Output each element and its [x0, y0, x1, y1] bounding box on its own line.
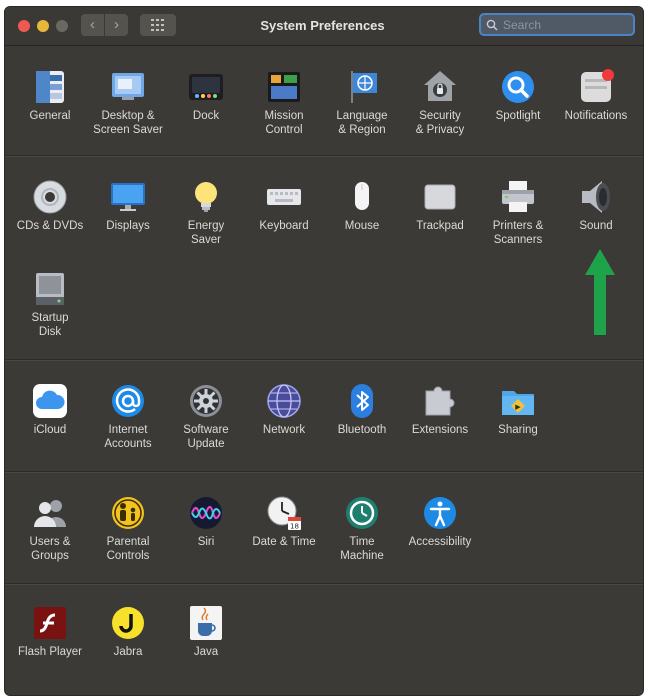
chevron-right-icon: › — [114, 16, 119, 33]
pref-label: Software Update — [183, 424, 229, 450]
pref-label: Flash Player — [18, 646, 82, 658]
house-lock-icon — [420, 67, 460, 107]
desktop-icon — [108, 67, 148, 107]
pref-label: Bluetooth — [337, 424, 387, 436]
siri-icon — [186, 493, 226, 533]
section-divider — [5, 471, 643, 473]
section-divider — [5, 359, 643, 361]
at-sign-icon — [108, 381, 148, 421]
pref-label: Java — [193, 646, 219, 658]
pref-label: Users & Groups — [29, 536, 71, 562]
users-icon — [30, 493, 70, 533]
pref-label: Printers & Scanners — [492, 220, 544, 246]
section-divider — [5, 583, 643, 585]
accessibility-icon — [420, 493, 460, 533]
pref-label: Trackpad — [416, 220, 464, 232]
pref-label: Language & Region — [336, 110, 388, 136]
pref-label: Sound — [579, 220, 613, 232]
clock-icon: 18 — [264, 493, 304, 533]
display-icon — [108, 177, 148, 217]
zoom-window-button[interactable] — [56, 20, 68, 32]
pref-label: Sharing — [498, 424, 538, 436]
parental-icon — [108, 493, 148, 533]
flash-icon — [30, 603, 70, 643]
pref-label: Parental Controls — [106, 536, 150, 562]
pref-label: Startup Disk — [31, 312, 69, 338]
cloud-icon — [30, 381, 70, 421]
minimize-window-button[interactable] — [37, 20, 49, 32]
section-divider — [5, 155, 643, 157]
pref-label: Mission Control — [264, 110, 304, 136]
jabra-icon — [108, 603, 148, 643]
pref-label: Internet Accounts — [104, 424, 152, 450]
pref-label: Energy Saver — [187, 220, 225, 246]
notifications-icon — [576, 67, 616, 107]
pref-label: Dock — [192, 110, 220, 122]
pref-label: Mouse — [344, 220, 380, 232]
pref-label: Accessibility — [408, 536, 472, 548]
general-icon — [30, 67, 70, 107]
hard-drive-icon — [30, 269, 70, 309]
mouse-icon — [342, 177, 382, 217]
search-icon — [486, 19, 498, 31]
close-window-button[interactable] — [18, 20, 30, 32]
pref-label: Date & Time — [252, 536, 316, 548]
green-arrow-up-icon — [585, 249, 615, 335]
pref-label: Displays — [106, 220, 150, 232]
pref-label: General — [29, 110, 71, 122]
svg-text:18: 18 — [290, 523, 299, 531]
pref-label: Keyboard — [259, 220, 309, 232]
mission-control-icon — [264, 67, 304, 107]
forward-button[interactable]: › — [105, 14, 128, 36]
pref-label: CDs & DVDs — [16, 220, 84, 232]
pref-label: Spotlight — [495, 110, 541, 122]
bluetooth-icon — [342, 381, 382, 421]
lightbulb-icon — [186, 177, 226, 217]
keyboard-icon — [264, 177, 304, 217]
pref-label: Jabra — [113, 646, 143, 658]
pref-label: Siri — [197, 536, 215, 548]
printer-icon — [498, 177, 538, 217]
sharing-folder-icon: ▶ — [498, 381, 538, 421]
svg-text:▶: ▶ — [515, 403, 521, 411]
java-cup-icon — [186, 603, 226, 643]
pref-label: Extensions — [411, 424, 469, 436]
search-input[interactable] — [503, 17, 629, 33]
pref-label: iCloud — [33, 424, 67, 436]
time-machine-icon — [342, 493, 382, 533]
search-field[interactable] — [479, 13, 635, 36]
window-title: System Preferences — [260, 18, 385, 33]
back-button[interactable]: ‹ — [81, 14, 104, 36]
language-flag-icon — [342, 67, 382, 107]
gear-icon — [186, 381, 226, 421]
disc-icon — [30, 177, 70, 217]
chevron-left-icon: ‹ — [90, 16, 95, 33]
pref-label: Time Machine — [340, 536, 384, 562]
puzzle-icon — [420, 381, 460, 421]
title-bar: ‹ › System Preferences — [5, 7, 643, 46]
dock-icon — [186, 67, 226, 107]
magnifier-icon — [498, 67, 538, 107]
grid-icon — [151, 19, 164, 31]
trackpad-icon — [420, 177, 460, 217]
globe-icon — [264, 381, 304, 421]
pref-label: Security & Privacy — [415, 110, 465, 136]
speaker-icon — [576, 177, 616, 217]
show-all-button[interactable] — [140, 14, 176, 36]
pref-label: Notifications — [564, 110, 628, 122]
pref-label: Network — [262, 424, 306, 436]
system-preferences-window: ‹ › System Preferences General Desktop & … — [4, 6, 644, 696]
pref-label: Desktop & Screen Saver — [93, 110, 163, 136]
